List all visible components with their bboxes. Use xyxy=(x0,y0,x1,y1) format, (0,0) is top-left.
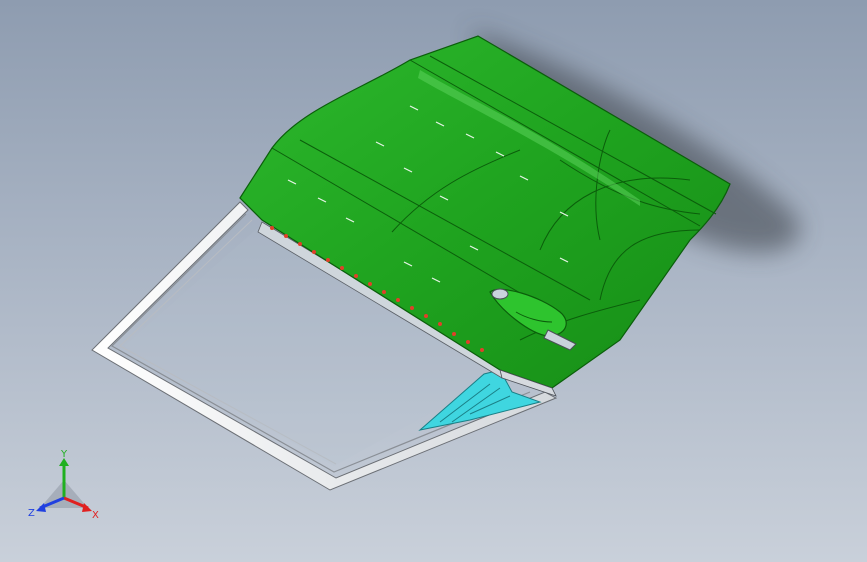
y-axis-label: Y xyxy=(60,450,68,460)
z-axis-label: Z xyxy=(28,508,35,519)
x-axis-label: X xyxy=(92,510,99,521)
orientation-triad[interactable]: Y X Z xyxy=(26,450,102,522)
model-view[interactable] xyxy=(0,0,867,562)
graphics-viewport[interactable]: Y X Z xyxy=(0,0,867,562)
